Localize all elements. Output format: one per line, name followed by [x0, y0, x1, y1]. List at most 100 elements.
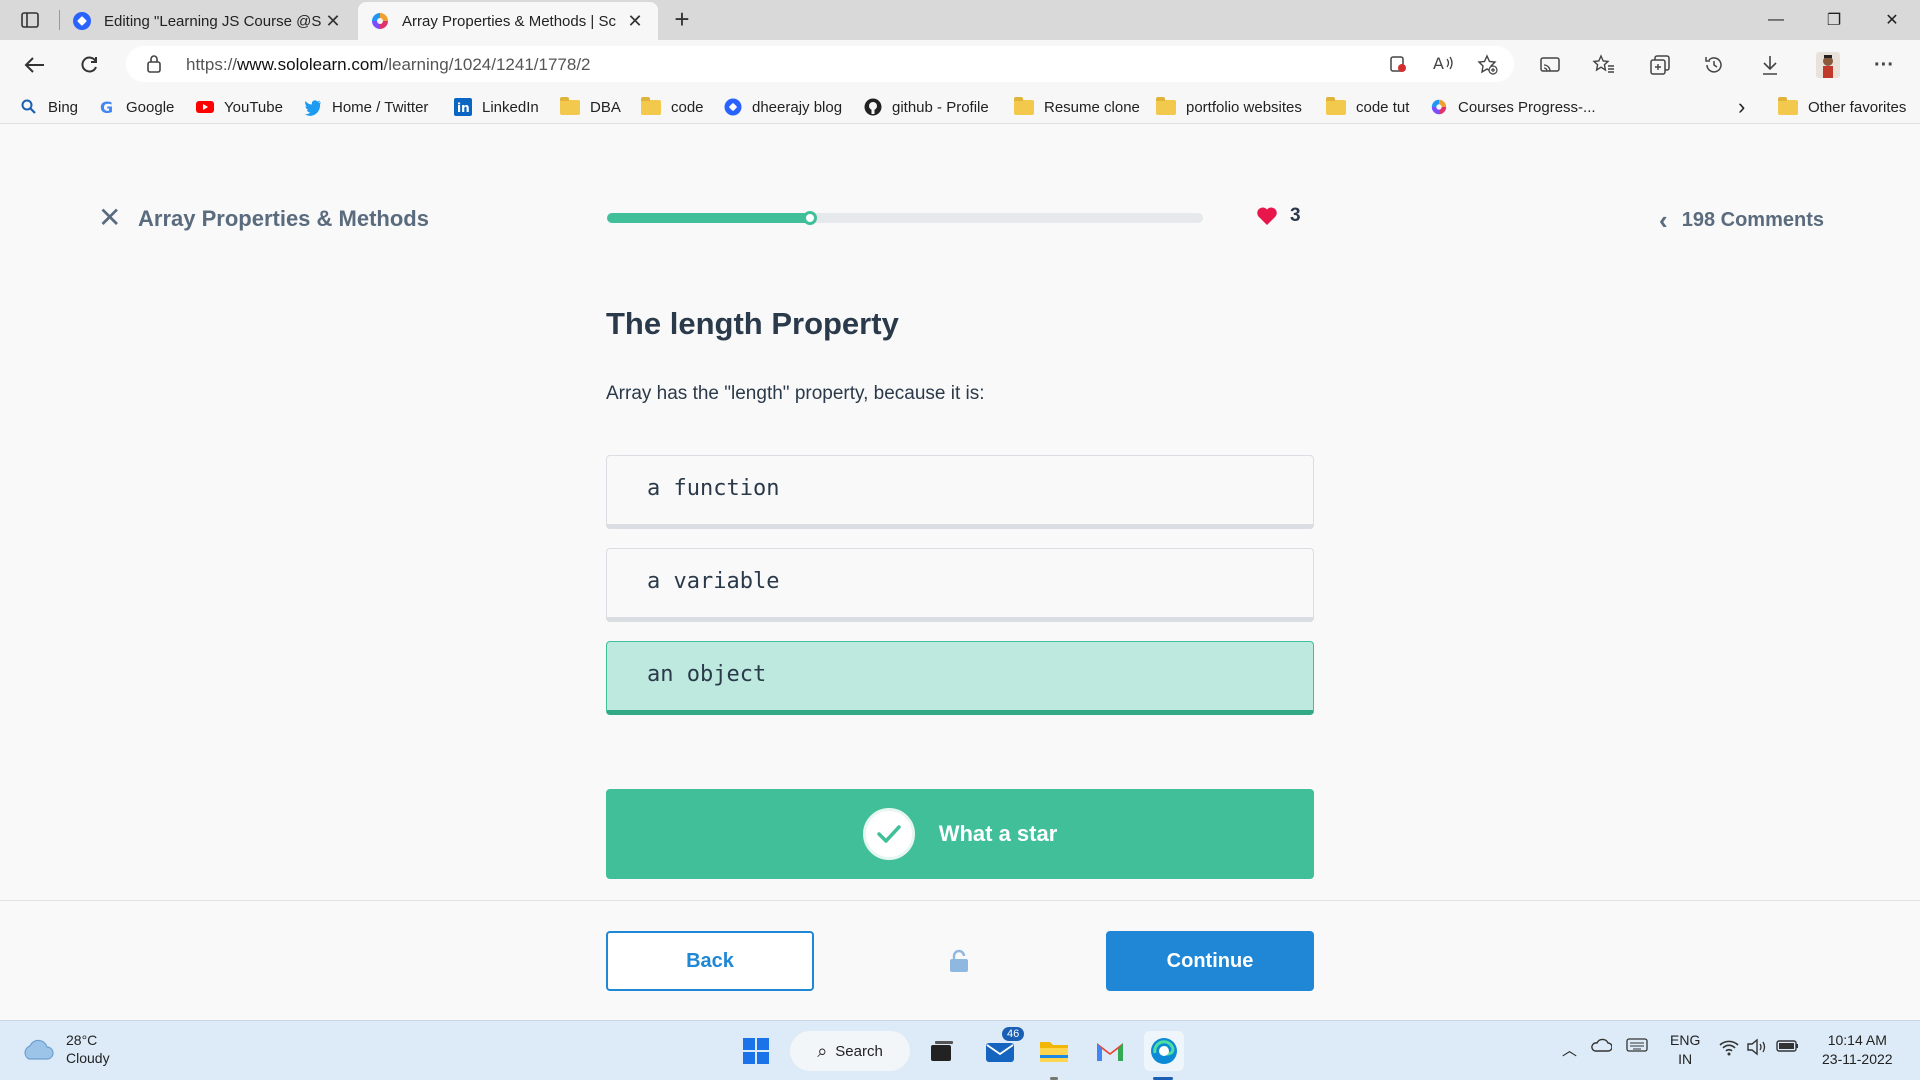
windows-taskbar: 28°C Cloudy ⌕ Search 46 ︿ ENG IN 10:14 A…: [0, 1020, 1920, 1080]
bookmark-google[interactable]: G Google: [98, 96, 174, 118]
taskbar-search[interactable]: ⌕ Search: [790, 1031, 910, 1071]
cast-icon[interactable]: [1536, 52, 1564, 78]
continue-button[interactable]: Continue: [1106, 931, 1314, 991]
blog-icon: [724, 98, 742, 116]
bookmark-folder-code[interactable]: code: [641, 96, 704, 118]
history-icon[interactable]: [1700, 52, 1728, 78]
sololearn-icon: [1431, 99, 1447, 115]
sololearn-favicon-icon: [372, 13, 388, 29]
hearts-counter: 3: [1256, 205, 1301, 227]
folder-icon: [560, 96, 580, 115]
bookmark-dheerajy-blog[interactable]: dheerajy blog: [724, 96, 842, 118]
mail-app-icon[interactable]: 46: [980, 1027, 1025, 1071]
back-button[interactable]: Back: [606, 931, 814, 991]
file-explorer-icon[interactable]: [1034, 1031, 1074, 1071]
refresh-icon[interactable]: [72, 48, 106, 82]
answer-option[interactable]: a function: [606, 455, 1314, 529]
answer-option[interactable]: a variable: [606, 548, 1314, 622]
lock-icon: [948, 949, 970, 978]
svg-text:in: in: [457, 101, 470, 115]
bookmark-linkedin[interactable]: in LinkedIn: [454, 96, 539, 118]
progress-knob: [802, 211, 817, 225]
weather-widget[interactable]: 28°C Cloudy: [20, 1031, 110, 1067]
read-aloud-icon[interactable]: A: [1432, 54, 1456, 76]
favorites-icon[interactable]: [1590, 52, 1618, 78]
close-lesson-icon[interactable]: ✕: [98, 204, 121, 232]
gmail-icon[interactable]: [1090, 1031, 1130, 1071]
onedrive-icon[interactable]: [1590, 1037, 1613, 1057]
heart-icon: [1257, 207, 1277, 225]
progress-fill: [607, 213, 810, 223]
edge-browser-icon[interactable]: [1144, 1031, 1184, 1071]
youtube-icon: [196, 101, 214, 113]
option-label: a function: [647, 476, 780, 501]
wifi-icon[interactable]: [1718, 1038, 1740, 1060]
mail-badge: 46: [1002, 1027, 1025, 1041]
folder-icon: [1326, 96, 1346, 115]
url-field[interactable]: https://www.sololearn.com/learning/1024/…: [126, 46, 1514, 82]
task-view-icon[interactable]: [922, 1031, 962, 1071]
answer-option[interactable]: an object: [606, 641, 1314, 715]
google-icon: G: [100, 98, 113, 116]
folder-icon: [1014, 96, 1034, 115]
svg-text:A: A: [1433, 54, 1444, 72]
bookmark-courses-progress[interactable]: Courses Progress-...: [1430, 96, 1596, 118]
new-tab-button[interactable]: +: [666, 4, 698, 36]
tab-actions-icon[interactable]: [14, 8, 46, 32]
option-label: a variable: [647, 569, 780, 594]
github-icon: [864, 98, 882, 116]
hashnode-favicon-icon: [73, 12, 91, 30]
weather-temp: 28°C: [66, 1032, 98, 1048]
search-icon: ⌕: [817, 1040, 828, 1061]
lesson-progress-bar: [607, 211, 1203, 225]
tab-close-icon[interactable]: ✕: [624, 11, 646, 32]
add-favorite-icon[interactable]: [1476, 54, 1500, 76]
bookmarks-overflow-chevron-icon[interactable]: ›: [1738, 94, 1745, 119]
tab-editing-course[interactable]: Editing "Learning JS Course @Sc ✕: [60, 2, 356, 40]
bookmark-other-favorites[interactable]: Other favorites: [1778, 96, 1906, 118]
lesson-page: ✕ Array Properties & Methods 3 ‹ 198 Com…: [0, 125, 1920, 1020]
volume-icon[interactable]: [1746, 1038, 1768, 1060]
option-label: an object: [647, 662, 767, 687]
tab-close-icon[interactable]: ✕: [322, 11, 344, 32]
bookmark-bing[interactable]: Bing: [20, 96, 78, 118]
url-text: https://www.sololearn.com/learning/1024/…: [186, 55, 591, 74]
language-indicator[interactable]: ENG IN: [1670, 1031, 1700, 1069]
profile-avatar[interactable]: [1814, 52, 1842, 78]
bookmark-folder-resume-clone[interactable]: Resume clone: [1014, 96, 1140, 118]
twitter-icon: [304, 100, 321, 116]
folder-icon: [1156, 96, 1176, 115]
system-clock[interactable]: 10:14 AM 23-11-2022: [1822, 1031, 1893, 1069]
restore-button[interactable]: ❐: [1806, 0, 1862, 40]
hearts-count: 3: [1290, 205, 1301, 226]
bookmark-folder-dba[interactable]: DBA: [560, 96, 621, 118]
more-options-icon[interactable]: ···: [1870, 52, 1898, 78]
feedback-text: What a star: [938, 821, 1058, 846]
bookmark-twitter[interactable]: Home / Twitter: [304, 96, 428, 118]
chevron-up-icon[interactable]: ︿: [1562, 1039, 1577, 1060]
collections-icon[interactable]: [1646, 52, 1674, 78]
bookmark-github-profile[interactable]: github - Profile: [864, 96, 989, 118]
question-text: Array has the "length" property, because…: [606, 383, 985, 404]
folder-icon: [641, 96, 661, 115]
back-arrow-icon[interactable]: [18, 48, 52, 82]
linkedin-icon: in: [454, 98, 472, 116]
lock-icon: [147, 55, 161, 73]
keyboard-icon[interactable]: [1626, 1037, 1648, 1057]
window-close-button[interactable]: ✕: [1864, 0, 1920, 40]
lesson-title: Array Properties & Methods: [138, 206, 429, 231]
windows-start-icon[interactable]: [736, 1031, 776, 1071]
cloud-icon: [24, 1039, 54, 1060]
app-blocked-icon[interactable]: [1386, 54, 1410, 76]
comments-link[interactable]: ‹ 198 Comments: [1659, 205, 1824, 236]
address-bar-row: https://www.sololearn.com/learning/1024/…: [0, 40, 1920, 88]
bookmark-youtube[interactable]: YouTube: [196, 96, 283, 118]
downloads-icon[interactable]: [1756, 52, 1784, 78]
minimize-button[interactable]: —: [1748, 0, 1804, 40]
search-icon: [21, 99, 36, 114]
battery-icon[interactable]: [1776, 1038, 1800, 1058]
folder-icon: [1778, 96, 1798, 115]
bookmark-folder-code-tut[interactable]: code tut: [1326, 96, 1409, 118]
bookmark-folder-portfolio-websites[interactable]: portfolio websites: [1156, 96, 1302, 118]
tab-array-properties[interactable]: Array Properties & Methods | Sc ✕: [358, 2, 658, 40]
